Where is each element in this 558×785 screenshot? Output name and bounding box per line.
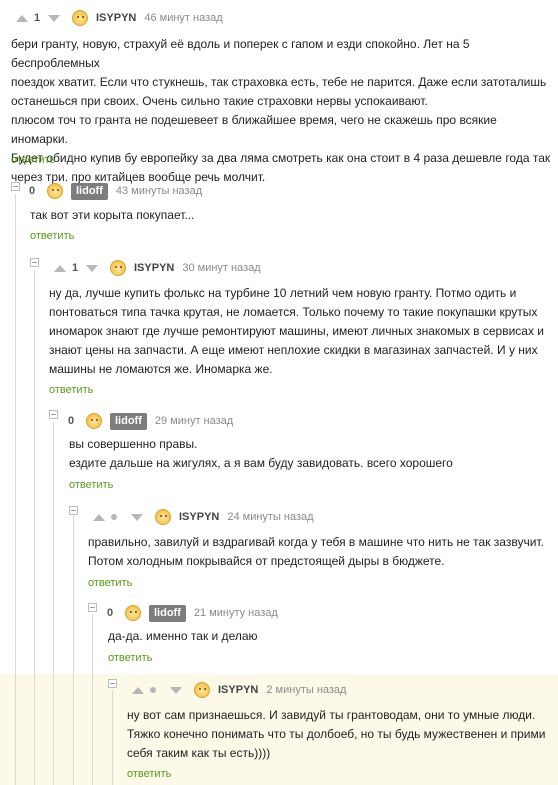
- reply-link[interactable]: ответить: [127, 768, 171, 780]
- comment-text-line: Потом холодным покрывайся от предстоящей…: [88, 554, 445, 568]
- thread-line-4: [73, 516, 74, 785]
- comment-text: бери гранту, новую, страхуй её вдоль и п…: [11, 35, 551, 187]
- comment-text-line: иномарок знают где лучше ремонтируют маш…: [49, 324, 544, 338]
- comment-text: так вот эти корыта покупает...: [30, 206, 530, 225]
- arrow-up-icon[interactable]: [132, 686, 144, 694]
- arrow-up-icon[interactable]: [54, 264, 66, 272]
- comment-author[interactable]: lidoff: [71, 182, 108, 200]
- arrow-up-icon[interactable]: [93, 513, 105, 521]
- comment-author[interactable]: lidoff: [110, 412, 147, 430]
- reply-link[interactable]: ответить: [108, 652, 152, 664]
- reply-link[interactable]: ответить: [88, 577, 132, 589]
- comment-text-line: ну вот сам признаешься. И завидуй ты гра…: [127, 708, 536, 722]
- comment-text-line: Тяжко конечно понимать что ты долбоеб, н…: [127, 727, 546, 741]
- comment-time[interactable]: 2 минуты назад: [266, 684, 346, 696]
- thread-line-5: [92, 614, 93, 785]
- comment-rating: 1: [33, 12, 41, 24]
- comment-text-line: себя таким как ты есть)))): [127, 746, 271, 760]
- comment-text-line: ну да, лучше купить фолькс на турбине 10…: [49, 286, 517, 300]
- comment-header: 1 ISYPYN 30 минут назад: [54, 257, 261, 279]
- comment-text-line: останешься при своих. Очень сильно такие…: [11, 94, 428, 108]
- comment-rating: 0: [107, 607, 114, 619]
- reply-link[interactable]: ответить: [49, 384, 93, 396]
- comment-text-line: ездите дальше на жигулях, а я вам буду з…: [69, 456, 453, 470]
- comment-text-line: правильно, завилуй и вздрагивай когда у …: [88, 535, 544, 549]
- avatar-icon[interactable]: [47, 183, 63, 199]
- comment-time[interactable]: 21 минуту назад: [194, 607, 278, 619]
- comment-text: да-да. именно так и делаю: [108, 627, 548, 646]
- comment-header: ISYPYN 24 минуты назад: [93, 506, 314, 528]
- comment-text-line: вы совершенно правы.: [69, 437, 198, 451]
- comment-time[interactable]: 46 минут назад: [144, 12, 222, 24]
- comment-time[interactable]: 29 минут назад: [155, 415, 233, 427]
- comment-header: 0 lidoff 29 минут назад: [68, 410, 233, 432]
- comment-rating: 0: [29, 185, 36, 197]
- comment-text: правильно, завилуй и вздрагивай когда у …: [88, 533, 548, 571]
- comment-text-line: машины не ломаются же. Иномарка же.: [49, 362, 273, 376]
- collapse-icon[interactable]: [108, 679, 117, 688]
- comment-text-line: понтоваться типа тачка крутая, не ломает…: [49, 305, 538, 319]
- comment-author[interactable]: lidoff: [149, 604, 186, 622]
- avatar-icon[interactable]: [194, 682, 210, 698]
- neutral-rating-dot: [111, 514, 117, 520]
- avatar-icon[interactable]: [72, 10, 88, 26]
- thread-line-1: [15, 194, 16, 785]
- comment-author[interactable]: ISYPYN: [179, 511, 219, 523]
- reply-link[interactable]: ответить: [30, 230, 74, 242]
- collapse-icon[interactable]: [69, 506, 78, 515]
- comment-author[interactable]: ISYPYN: [218, 684, 258, 696]
- comment-text-line: знают цены на запчасти. А еще имеют непл…: [49, 343, 538, 357]
- comment-header: 0 lidoff 43 минуты назад: [29, 180, 202, 202]
- neutral-rating-dot: [150, 687, 156, 693]
- comment-text-line: да-да. именно так и делаю: [108, 629, 258, 643]
- comment-text-line: так вот эти корыта покупает...: [30, 208, 195, 222]
- thread-line-2: [34, 270, 35, 785]
- comment-author[interactable]: ISYPYN: [96, 12, 136, 24]
- thread-line-3: [53, 422, 54, 785]
- avatar-icon[interactable]: [125, 605, 141, 621]
- comment-time[interactable]: 43 минуты назад: [116, 185, 202, 197]
- comment-text: ну да, лучше купить фолькс на турбине 10…: [49, 284, 549, 379]
- comment-header: 0 lidoff 21 минуту назад: [107, 602, 278, 624]
- arrow-down-icon[interactable]: [86, 264, 98, 272]
- avatar-icon[interactable]: [110, 260, 126, 276]
- comment-text: вы совершенно правы. ездите дальше на жи…: [69, 435, 549, 473]
- thread-line-6: [112, 690, 113, 785]
- comment-time[interactable]: 24 минуты назад: [227, 511, 313, 523]
- arrow-down-icon[interactable]: [48, 14, 60, 22]
- comment-rating: 0: [68, 415, 75, 427]
- comment-header: ISYPYN 2 минуты назад: [132, 679, 346, 701]
- collapse-icon[interactable]: [30, 258, 39, 267]
- collapse-icon[interactable]: [49, 410, 58, 419]
- comment-time[interactable]: 30 минут назад: [182, 262, 260, 274]
- comment-text-line: плюсом точ то гранта не подешевеет в бли…: [11, 113, 497, 146]
- avatar-icon[interactable]: [155, 509, 171, 525]
- comment-text: ну вот сам признаешься. И завидуй ты гра…: [127, 706, 552, 763]
- arrow-down-icon[interactable]: [170, 686, 182, 694]
- arrow-down-icon[interactable]: [131, 513, 143, 521]
- comment-header: 1 ISYPYN 46 минут назад: [16, 7, 223, 29]
- reply-link[interactable]: ответить: [69, 479, 113, 491]
- collapse-icon[interactable]: [88, 603, 97, 612]
- avatar-icon[interactable]: [86, 413, 102, 429]
- comment-text-line: Будет обидно купив бу европейку за два л…: [11, 151, 551, 165]
- comment-author[interactable]: ISYPYN: [134, 262, 174, 274]
- comment-text-line: поездок хватит. Если что стукнешь, так с…: [11, 75, 547, 89]
- arrow-up-icon[interactable]: [16, 14, 28, 22]
- comment-rating: 1: [71, 262, 79, 274]
- comment-text-line: бери гранту, новую, страхуй её вдоль и п…: [11, 37, 470, 70]
- reply-link[interactable]: ответить: [11, 154, 55, 166]
